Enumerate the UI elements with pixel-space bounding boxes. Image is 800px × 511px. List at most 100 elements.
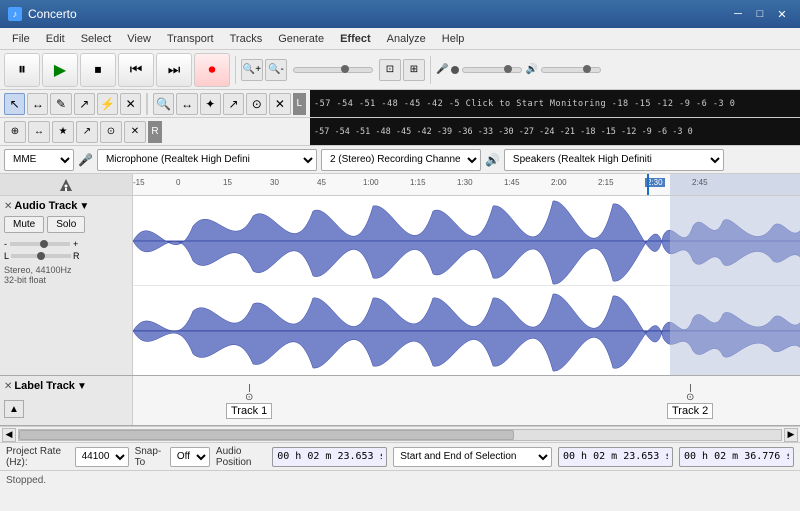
solo-button[interactable]: Solo bbox=[47, 216, 85, 233]
menu-analyze[interactable]: Analyze bbox=[379, 31, 434, 47]
sel-start-input[interactable] bbox=[558, 447, 673, 467]
audio-pos-input[interactable] bbox=[272, 447, 387, 467]
audio-pos-label: Audio Position bbox=[216, 446, 266, 468]
project-rate-label: Project Rate (Hz): bbox=[6, 446, 69, 468]
multi-tool[interactable]: ⚡ bbox=[97, 93, 118, 115]
select-tool[interactable]: ↖ bbox=[4, 93, 25, 115]
zoom-in2[interactable]: ⊕ bbox=[4, 121, 26, 143]
draw-tool[interactable]: ✎ bbox=[50, 93, 71, 115]
app-title: Concerto bbox=[28, 7, 77, 21]
scroll-track[interactable] bbox=[18, 429, 782, 441]
ruler[interactable]: -15 0 15 30 45 1:00 1:15 1:30 1:45 2:00 … bbox=[0, 174, 800, 196]
level-indicator-R: R bbox=[148, 121, 162, 143]
selection-mode-select[interactable]: Start and End of Selection bbox=[393, 447, 552, 467]
menu-help[interactable]: Help bbox=[434, 31, 473, 47]
toolbar-divider-2 bbox=[430, 56, 431, 84]
horizontal-scrollbar[interactable]: ◀ ▶ bbox=[0, 426, 800, 442]
mic-slider[interactable] bbox=[462, 67, 522, 73]
zoom-in-button[interactable]: 🔍+ bbox=[241, 59, 263, 81]
tracks-container: ✕ Audio Track ▼ Mute Solo - + L R bbox=[0, 196, 800, 426]
zoom-out2[interactable]: ⊙ bbox=[100, 121, 122, 143]
channels-select[interactable]: 2 (Stereo) Recording Channels bbox=[321, 149, 481, 171]
menu-tracks[interactable]: Tracks bbox=[222, 31, 271, 47]
ruler-track[interactable]: -15 0 15 30 45 1:00 1:15 1:30 1:45 2:00 … bbox=[133, 174, 800, 195]
label-track: ✕ Label Track ▼ ▲ ⊙ Track 1 ⊙ Track 2 bbox=[0, 376, 800, 426]
play-button[interactable]: ▶ bbox=[42, 53, 78, 87]
record-button[interactable]: ⏺ bbox=[194, 53, 230, 87]
pan-L-label: L bbox=[4, 251, 9, 261]
maximize-button[interactable]: □ bbox=[750, 5, 770, 23]
microphone-select[interactable]: Microphone (Realtek High Defini bbox=[97, 149, 317, 171]
tool-r4[interactable]: ↗ bbox=[223, 93, 244, 115]
pause-button[interactable]: ⏸ bbox=[4, 53, 40, 87]
tick-1:15: 1:15 bbox=[410, 178, 426, 187]
tool-r2[interactable]: ↔ bbox=[176, 93, 197, 115]
level-meter-top: -57 -54 -51 -48 -45 -42 -5 Click to Star… bbox=[314, 99, 735, 109]
tool-x1[interactable]: ✕ bbox=[120, 93, 141, 115]
skip-start-button[interactable]: ⏮ bbox=[118, 53, 154, 87]
tool-r1[interactable]: 🔍 bbox=[153, 93, 174, 115]
snap-to-select[interactable]: Off bbox=[170, 447, 210, 467]
menu-generate[interactable]: Generate bbox=[270, 31, 332, 47]
tick-0: 0 bbox=[176, 178, 180, 187]
label-line-2 bbox=[690, 384, 691, 392]
tick-2:45: 2:45 bbox=[692, 178, 708, 187]
label-marker-1[interactable]: ⊙ Track 1 bbox=[226, 384, 272, 419]
zoom-fit2[interactable]: ↗ bbox=[76, 121, 98, 143]
label-track-close[interactable]: ✕ bbox=[4, 381, 12, 392]
stop-button[interactable]: ⏹ bbox=[80, 53, 116, 87]
gain-min-label: - bbox=[4, 239, 7, 249]
menu-select[interactable]: Select bbox=[73, 31, 120, 47]
mute-button[interactable]: Mute bbox=[4, 216, 44, 233]
scroll-right-button[interactable]: ▶ bbox=[784, 428, 798, 442]
zoom-tool[interactable]: ↗ bbox=[74, 93, 95, 115]
pan-slider[interactable] bbox=[11, 254, 71, 258]
gain-slider[interactable] bbox=[10, 242, 70, 246]
track-info: Stereo, 44100Hz 32-bit float bbox=[4, 265, 128, 285]
track-menu-button[interactable]: ▼ bbox=[79, 201, 89, 212]
tool-r5[interactable]: ⊙ bbox=[246, 93, 267, 115]
track-controls: ✕ Audio Track ▼ Mute Solo - + L R bbox=[0, 196, 133, 375]
host-select[interactable]: MME bbox=[4, 149, 74, 171]
menu-bar: File Edit Select View Transport Tracks G… bbox=[0, 28, 800, 50]
close-button[interactable]: ✕ bbox=[772, 5, 792, 23]
device-bar: MME 🎤 Microphone (Realtek High Defini 2 … bbox=[0, 146, 800, 174]
zoom-sel[interactable]: ★ bbox=[52, 121, 74, 143]
label-track-up[interactable]: ▲ bbox=[4, 400, 24, 418]
waveform-canvas[interactable] bbox=[133, 196, 800, 375]
zoom-slider[interactable] bbox=[293, 67, 373, 73]
tool-r3[interactable]: ✦ bbox=[200, 93, 221, 115]
label-canvas[interactable]: ⊙ Track 1 ⊙ Track 2 bbox=[133, 376, 800, 425]
skip-end-button[interactable]: ⏭ bbox=[156, 53, 192, 87]
scroll-thumb[interactable] bbox=[19, 430, 514, 440]
label-pin-1: ⊙ bbox=[245, 392, 253, 403]
zoom-out-button[interactable]: 🔍- bbox=[265, 59, 287, 81]
zoom-sync[interactable]: ↔ bbox=[28, 121, 50, 143]
project-rate-select[interactable]: 44100 bbox=[75, 447, 129, 467]
tick-1:00: 1:00 bbox=[363, 178, 379, 187]
zoom-x2[interactable]: ✕ bbox=[124, 121, 146, 143]
speaker-slider[interactable] bbox=[541, 67, 601, 73]
sel-end-input[interactable] bbox=[679, 447, 794, 467]
menu-transport[interactable]: Transport bbox=[159, 31, 222, 47]
pan-R-label: R bbox=[73, 251, 80, 261]
menu-view[interactable]: View bbox=[119, 31, 159, 47]
label-track-menu[interactable]: ▼ bbox=[77, 381, 87, 392]
menu-file[interactable]: File bbox=[4, 31, 38, 47]
scroll-left-button[interactable]: ◀ bbox=[2, 428, 16, 442]
level-indicator-L: L bbox=[293, 93, 306, 115]
tick-30: 30 bbox=[270, 178, 279, 187]
track-close-button[interactable]: ✕ bbox=[4, 201, 12, 212]
tool-r6[interactable]: ✕ bbox=[269, 93, 290, 115]
envelope-tool[interactable]: ↔ bbox=[27, 93, 48, 115]
speaker-select[interactable]: Speakers (Realtek High Definiti bbox=[504, 149, 724, 171]
fit-button[interactable]: ⊡ bbox=[379, 59, 401, 81]
fit-v-button[interactable]: ⊞ bbox=[403, 59, 425, 81]
menu-effect[interactable]: Effect bbox=[332, 31, 379, 47]
app-icon: ♪ bbox=[8, 7, 22, 21]
menu-edit[interactable]: Edit bbox=[38, 31, 73, 47]
minimize-button[interactable]: ─ bbox=[728, 5, 748, 23]
mic-volume-knob[interactable] bbox=[451, 66, 459, 74]
tick-1:45: 1:45 bbox=[504, 178, 520, 187]
label-marker-2[interactable]: ⊙ Track 2 bbox=[667, 384, 713, 419]
